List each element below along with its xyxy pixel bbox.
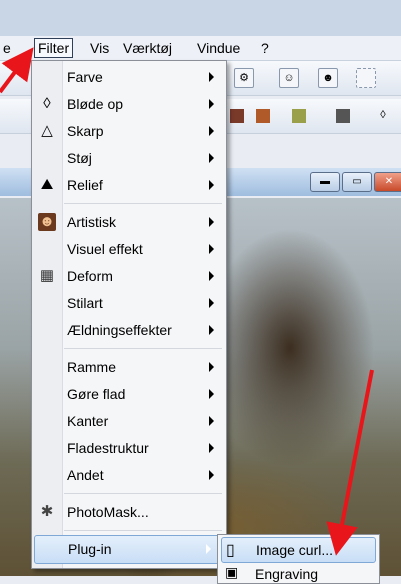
annotation-arrow-to-filter [0,47,34,94]
annotation-arrow-to-image-curl [326,369,374,556]
annotation-layer [0,47,374,556]
